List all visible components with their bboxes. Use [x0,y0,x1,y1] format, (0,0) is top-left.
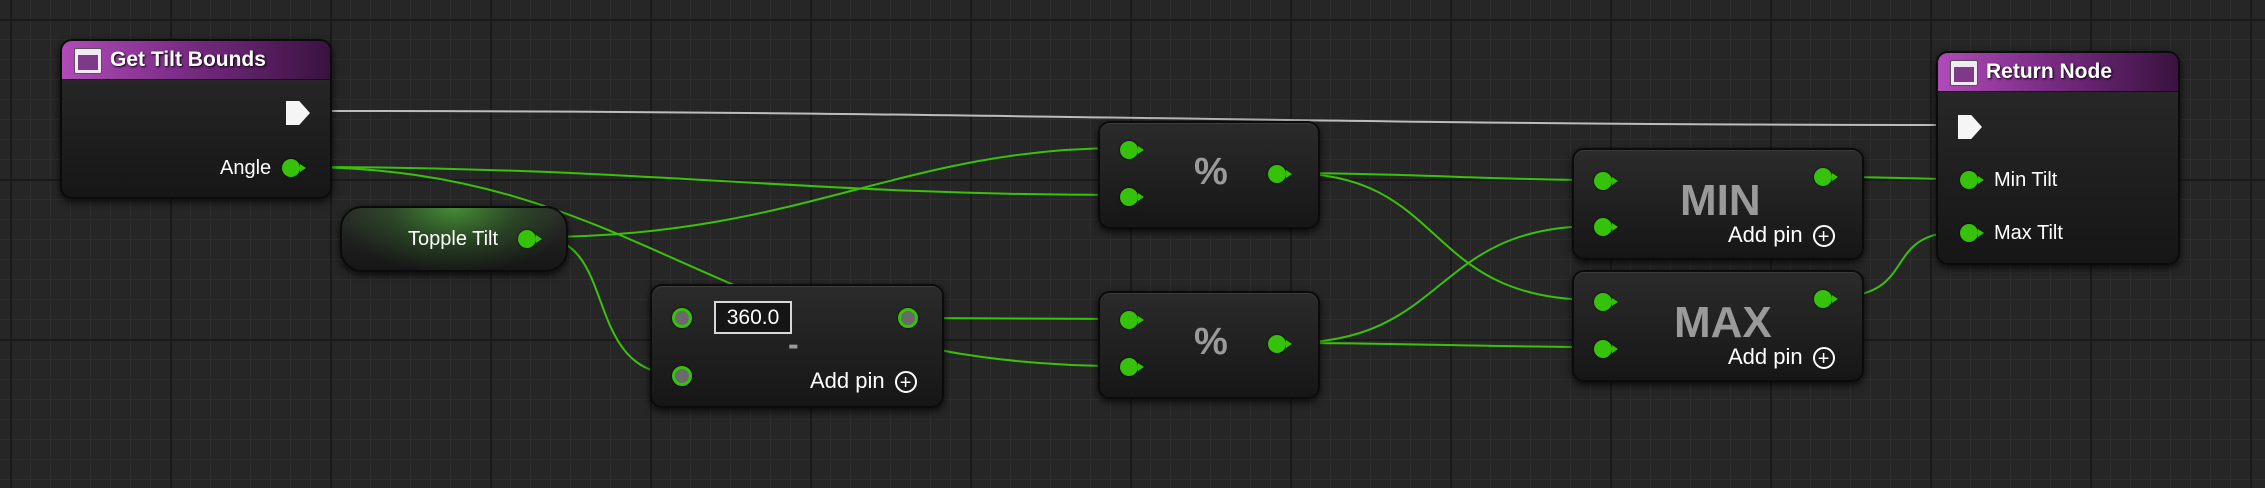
subtract-add-pin-label: Add pin [810,368,885,393]
modulo-top-input-a-pin[interactable] [1120,141,1144,159]
function-entry-title: Get Tilt Bounds [110,48,266,71]
modulo-node-bottom[interactable]: % [1098,291,1320,399]
min-add-pin-label: Add pin [1728,222,1803,247]
max-input-a-pin[interactable] [1594,293,1618,311]
angle-pin-label: Angle [220,157,272,179]
wire-mod-top-to-max-a [1287,172,1597,301]
angle-output-pin[interactable] [282,159,306,177]
subtract-node[interactable]: 360.0 - Add pin + [650,284,944,408]
modulo-node-top[interactable]: % [1098,121,1320,229]
max-tilt-label: Max Tilt [1994,222,2063,244]
max-tilt-input-pin[interactable] [1960,224,1984,242]
topple-tilt-output-pin[interactable] [518,230,542,248]
function-icon [1950,60,1978,86]
max-add-pin-button[interactable]: Add pin + [1728,344,1835,370]
subtract-add-pin-button[interactable]: Add pin + [810,368,917,394]
wire-mod-top-to-min-a [1287,172,1597,181]
function-entry-node[interactable]: Get Tilt Bounds Angle [60,39,332,199]
min-tilt-label: Min Tilt [1994,169,2058,191]
min-node[interactable]: MIN Add pin + [1572,148,1864,260]
max-add-pin-label: Add pin [1728,344,1803,369]
modulo-bottom-output-pin[interactable] [1268,335,1292,353]
subtract-input-a-pin[interactable] [672,308,692,328]
min-add-pin-button[interactable]: Add pin + [1728,222,1835,248]
add-pin-plus-icon: + [1812,347,1835,370]
exec-in-pin[interactable] [1958,115,1982,139]
modulo-bottom-input-b-pin[interactable] [1120,358,1144,376]
wire-topple-to-mod-top-a [537,147,1123,238]
max-operator-label: MAX [1674,298,1772,347]
wire-subtract-to-mod-bottom-a [915,317,1123,320]
add-pin-plus-icon: + [1812,225,1835,248]
modulo-top-output-pin[interactable] [1268,165,1292,183]
return-node-header: Return Node [1938,53,2178,92]
topple-tilt-label: Topple Tilt [408,228,499,250]
wire-mod-bottom-to-max-b [1287,342,1597,348]
max-output-pin[interactable] [1814,290,1838,308]
modulo-bottom-input-a-pin[interactable] [1120,311,1144,329]
function-entry-header: Get Tilt Bounds [62,41,330,80]
function-icon [74,48,102,74]
modulo-top-input-b-pin[interactable] [1120,188,1144,206]
subtract-value-input[interactable]: 360.0 [714,301,792,334]
return-node-title: Return Node [1986,60,2112,83]
max-input-b-pin[interactable] [1594,340,1618,358]
min-operator-label: MIN [1680,176,1761,225]
wire-angle-to-mod-top-b [299,166,1123,196]
return-node[interactable]: Return Node Min Tilt Max Tilt [1936,51,2180,265]
min-input-a-pin[interactable] [1594,172,1618,190]
subtract-output-pin[interactable] [898,308,918,328]
modulo-bottom-operator-label: % [1194,321,1228,363]
add-pin-plus-icon: + [894,371,917,394]
wire-mod-bottom-to-min-b [1287,225,1597,344]
min-tilt-input-pin[interactable] [1960,171,1984,189]
modulo-top-operator-label: % [1194,151,1228,193]
min-input-b-pin[interactable] [1594,218,1618,236]
topple-tilt-variable-node[interactable]: Topple Tilt [340,206,568,272]
exec-out-pin[interactable] [286,101,310,125]
subtract-operator-label: - [788,326,799,362]
max-node[interactable]: MAX Add pin + [1572,270,1864,382]
min-output-pin[interactable] [1814,168,1838,186]
subtract-input-b-pin[interactable] [672,366,692,386]
